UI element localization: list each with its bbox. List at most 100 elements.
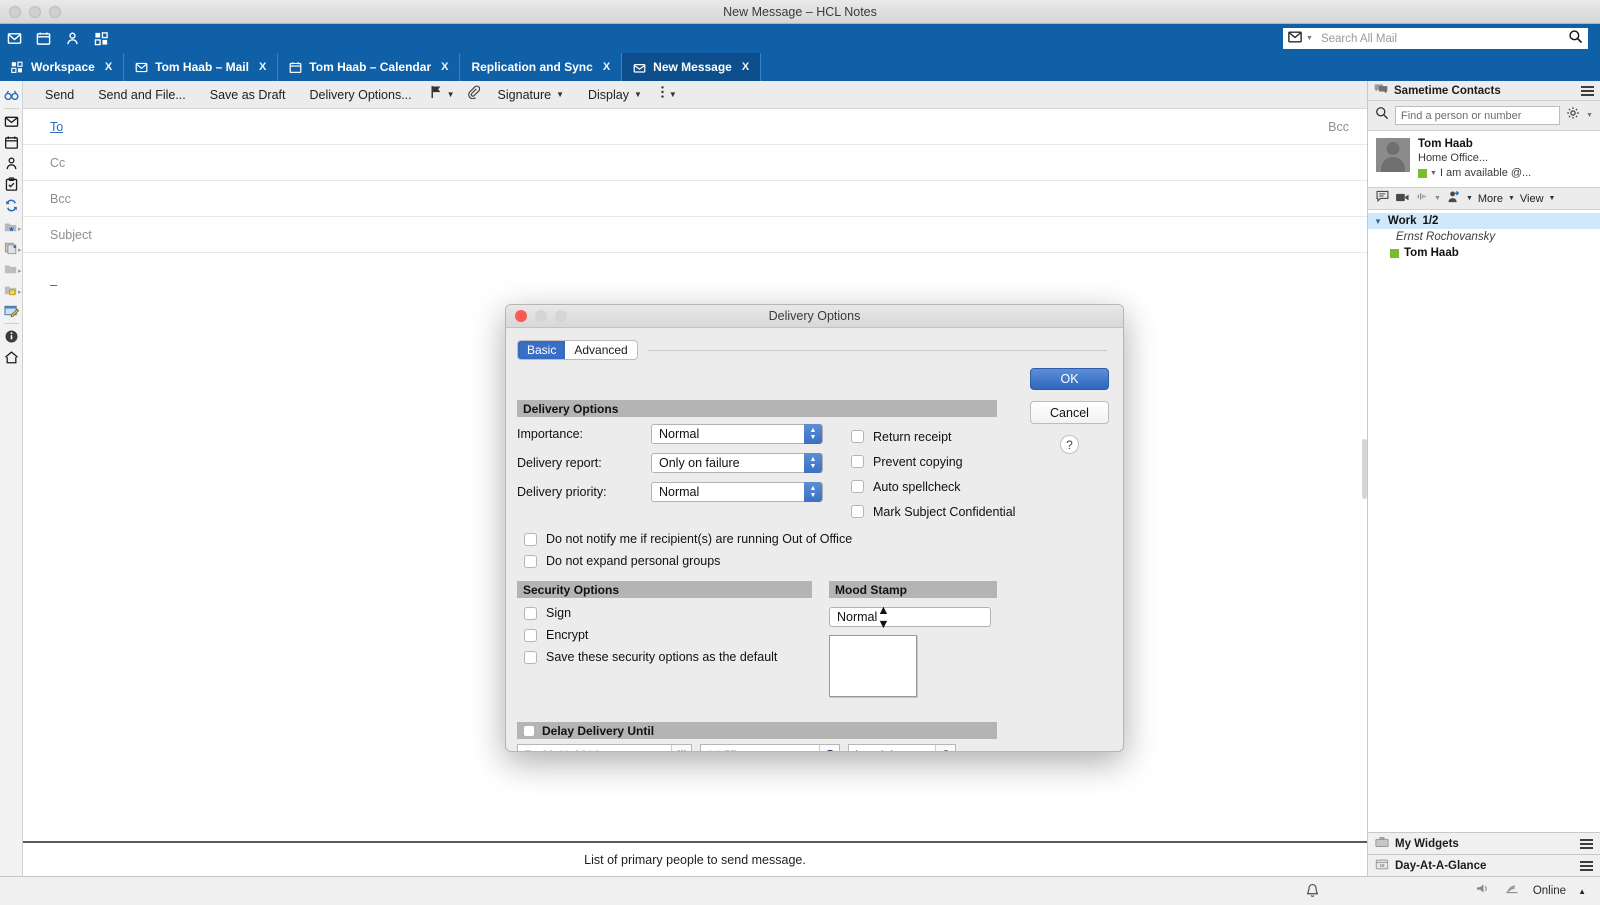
sidebar-panel-day-at-a-glance[interactable]: 18 Day-At-A-Glance (1368, 854, 1600, 876)
save-as-draft-button[interactable]: Save as Draft (198, 81, 298, 109)
mail-icon[interactable] (0, 111, 23, 132)
privacy-icon[interactable] (1504, 882, 1521, 900)
stepper-icon[interactable]: ▲ ▼ (804, 423, 822, 444)
chevron-down-icon[interactable]: ▼ (447, 90, 455, 99)
composer-icon[interactable] (0, 300, 23, 321)
home-icon[interactable] (0, 347, 23, 368)
calendar-icon[interactable] (36, 31, 51, 46)
tab-advanced[interactable]: Advanced (565, 341, 636, 359)
chevron-down-icon[interactable]: ▼ (669, 90, 677, 99)
send-button[interactable]: Send (33, 81, 86, 109)
chevron-down-icon[interactable]: ▼ (634, 90, 642, 99)
chevron-down-icon[interactable]: ▼ (1434, 195, 1441, 202)
hamburger-icon[interactable] (1581, 85, 1594, 96)
cancel-button[interactable]: Cancel (1030, 401, 1109, 424)
sidebar-panel-my-widgets[interactable]: My Widgets (1368, 832, 1600, 854)
hamburger-icon[interactable] (1580, 860, 1593, 871)
stepper-icon[interactable]: ▲ ▼ (877, 603, 889, 631)
checkbox-box[interactable] (523, 724, 535, 737)
help-button[interactable]: ? (1060, 435, 1079, 454)
delivery-report-select[interactable]: Only on failure ▲ ▼ (651, 452, 823, 473)
online-status-label[interactable]: Online (1533, 885, 1566, 897)
todo-icon[interactable] (0, 174, 23, 195)
display-button[interactable]: Display ▼ (576, 81, 654, 109)
checkbox-mark-subject-confidential[interactable]: Mark Subject Confidential (851, 499, 1015, 524)
tab-calendar[interactable]: Tom Haab – Calendar X (278, 53, 461, 81)
notes-folder-icon[interactable] (0, 279, 23, 300)
more-menu[interactable]: More (1478, 193, 1503, 205)
checkbox-box[interactable] (524, 628, 537, 642)
clock-icon[interactable] (819, 745, 839, 751)
checkbox-sign[interactable]: Sign (517, 602, 812, 624)
delay-date-input[interactable]: Fr. 29.11.2019 16 (517, 744, 692, 751)
mail-icon[interactable] (7, 31, 22, 46)
timezone-icon[interactable] (935, 745, 955, 751)
send-and-file-button[interactable]: Send and File... (86, 81, 198, 109)
video-icon[interactable] (1395, 190, 1410, 208)
tab-close-icon[interactable]: X (256, 61, 266, 73)
more-options-button[interactable]: ▼ (654, 81, 683, 109)
stepper-icon[interactable]: ▲ ▼ (804, 481, 822, 502)
gear-icon[interactable] (1566, 106, 1580, 125)
contact-group-work[interactable]: ▼ Work 1/2 (1368, 213, 1600, 229)
contacts-icon[interactable] (65, 31, 80, 46)
contacts-search-input[interactable]: Find a person or number (1395, 106, 1561, 125)
search-icon[interactable] (1375, 106, 1389, 125)
to-label[interactable]: To (50, 120, 63, 134)
checkbox-box[interactable] (524, 650, 537, 664)
global-search[interactable]: ▼ Search All Mail (1283, 28, 1588, 49)
flag-button[interactable]: ▼ (424, 81, 461, 109)
checkbox-return-receipt[interactable]: Return receipt (851, 424, 1015, 449)
tab-new-message[interactable]: New Message X (622, 53, 762, 81)
chevron-down-icon[interactable]: ▼ (1306, 35, 1313, 42)
chevron-down-icon[interactable]: ▼ (1508, 195, 1515, 202)
chevron-down-icon[interactable]: ▼ (556, 90, 564, 99)
list-item[interactable]: Tom Haab (1368, 245, 1600, 261)
stepper-icon[interactable]: ▲ ▼ (804, 452, 822, 473)
checkbox-box[interactable] (851, 455, 864, 468)
importance-select[interactable]: Normal ▲ ▼ (651, 423, 823, 444)
tab-close-icon[interactable]: X (739, 61, 749, 73)
info-icon[interactable] (0, 326, 23, 347)
hamburger-icon[interactable] (1580, 838, 1593, 849)
chevron-down-icon[interactable]: ▼ (1586, 112, 1593, 119)
my-status-card[interactable]: Tom Haab Home Office... ▼ I am available… (1368, 131, 1600, 188)
mood-stamp-select[interactable]: Normal ▲ ▼ (829, 603, 991, 631)
to-field-row[interactable]: To Bcc (23, 109, 1367, 145)
bell-icon[interactable] (1305, 883, 1320, 905)
tab-basic[interactable]: Basic (518, 341, 566, 359)
delivery-priority-select[interactable]: Normal ▲ ▼ (651, 481, 823, 502)
folder-icon[interactable] (0, 258, 23, 279)
tab-close-icon[interactable]: X (600, 61, 610, 73)
checkbox-box[interactable] (851, 505, 864, 518)
checkbox-box[interactable] (851, 430, 864, 443)
tab-close-icon[interactable]: X (102, 61, 112, 73)
apps-icon[interactable] (94, 31, 109, 46)
checkbox-box[interactable] (851, 480, 864, 493)
checkbox-auto-spellcheck[interactable]: Auto spellcheck (851, 474, 1015, 499)
checkbox-prevent-copying[interactable]: Prevent copying (851, 449, 1015, 474)
view-menu[interactable]: View (1520, 193, 1544, 205)
subject-field-row[interactable]: Subject (23, 217, 1367, 253)
chevron-down-icon[interactable]: ▼ (1549, 195, 1556, 202)
delivery-options-button[interactable]: Delivery Options... (298, 81, 424, 109)
list-item[interactable]: Ernst Rochovansky (1368, 229, 1600, 245)
checkbox-box[interactable] (524, 554, 537, 568)
checkbox-encrypt[interactable]: Encrypt (517, 624, 812, 646)
message-body[interactable]: – (23, 253, 1367, 292)
cc-field-row[interactable]: Cc (23, 145, 1367, 181)
discover-icon[interactable] (0, 85, 23, 106)
checkbox-box[interactable] (524, 606, 537, 620)
signature-button[interactable]: Signature ▼ (486, 81, 576, 109)
bcc-field-row[interactable]: Bcc (23, 181, 1367, 217)
replication-icon[interactable] (0, 195, 23, 216)
checkbox-box[interactable] (524, 532, 537, 546)
checkbox-save-security-options-default[interactable]: Save these security options as the defau… (517, 646, 812, 668)
search-icon[interactable] (1568, 29, 1583, 49)
chevron-down-icon[interactable]: ▼ (1466, 195, 1473, 202)
checkbox-do-not-notify-out-of-office[interactable]: Do not notify me if recipient(s) are run… (517, 528, 852, 550)
ok-button[interactable]: OK (1030, 368, 1109, 390)
expander-icon[interactable]: ▼ (1374, 217, 1382, 226)
calendar-picker-icon[interactable]: 16 (671, 745, 691, 751)
chat-icon[interactable] (1376, 190, 1390, 208)
